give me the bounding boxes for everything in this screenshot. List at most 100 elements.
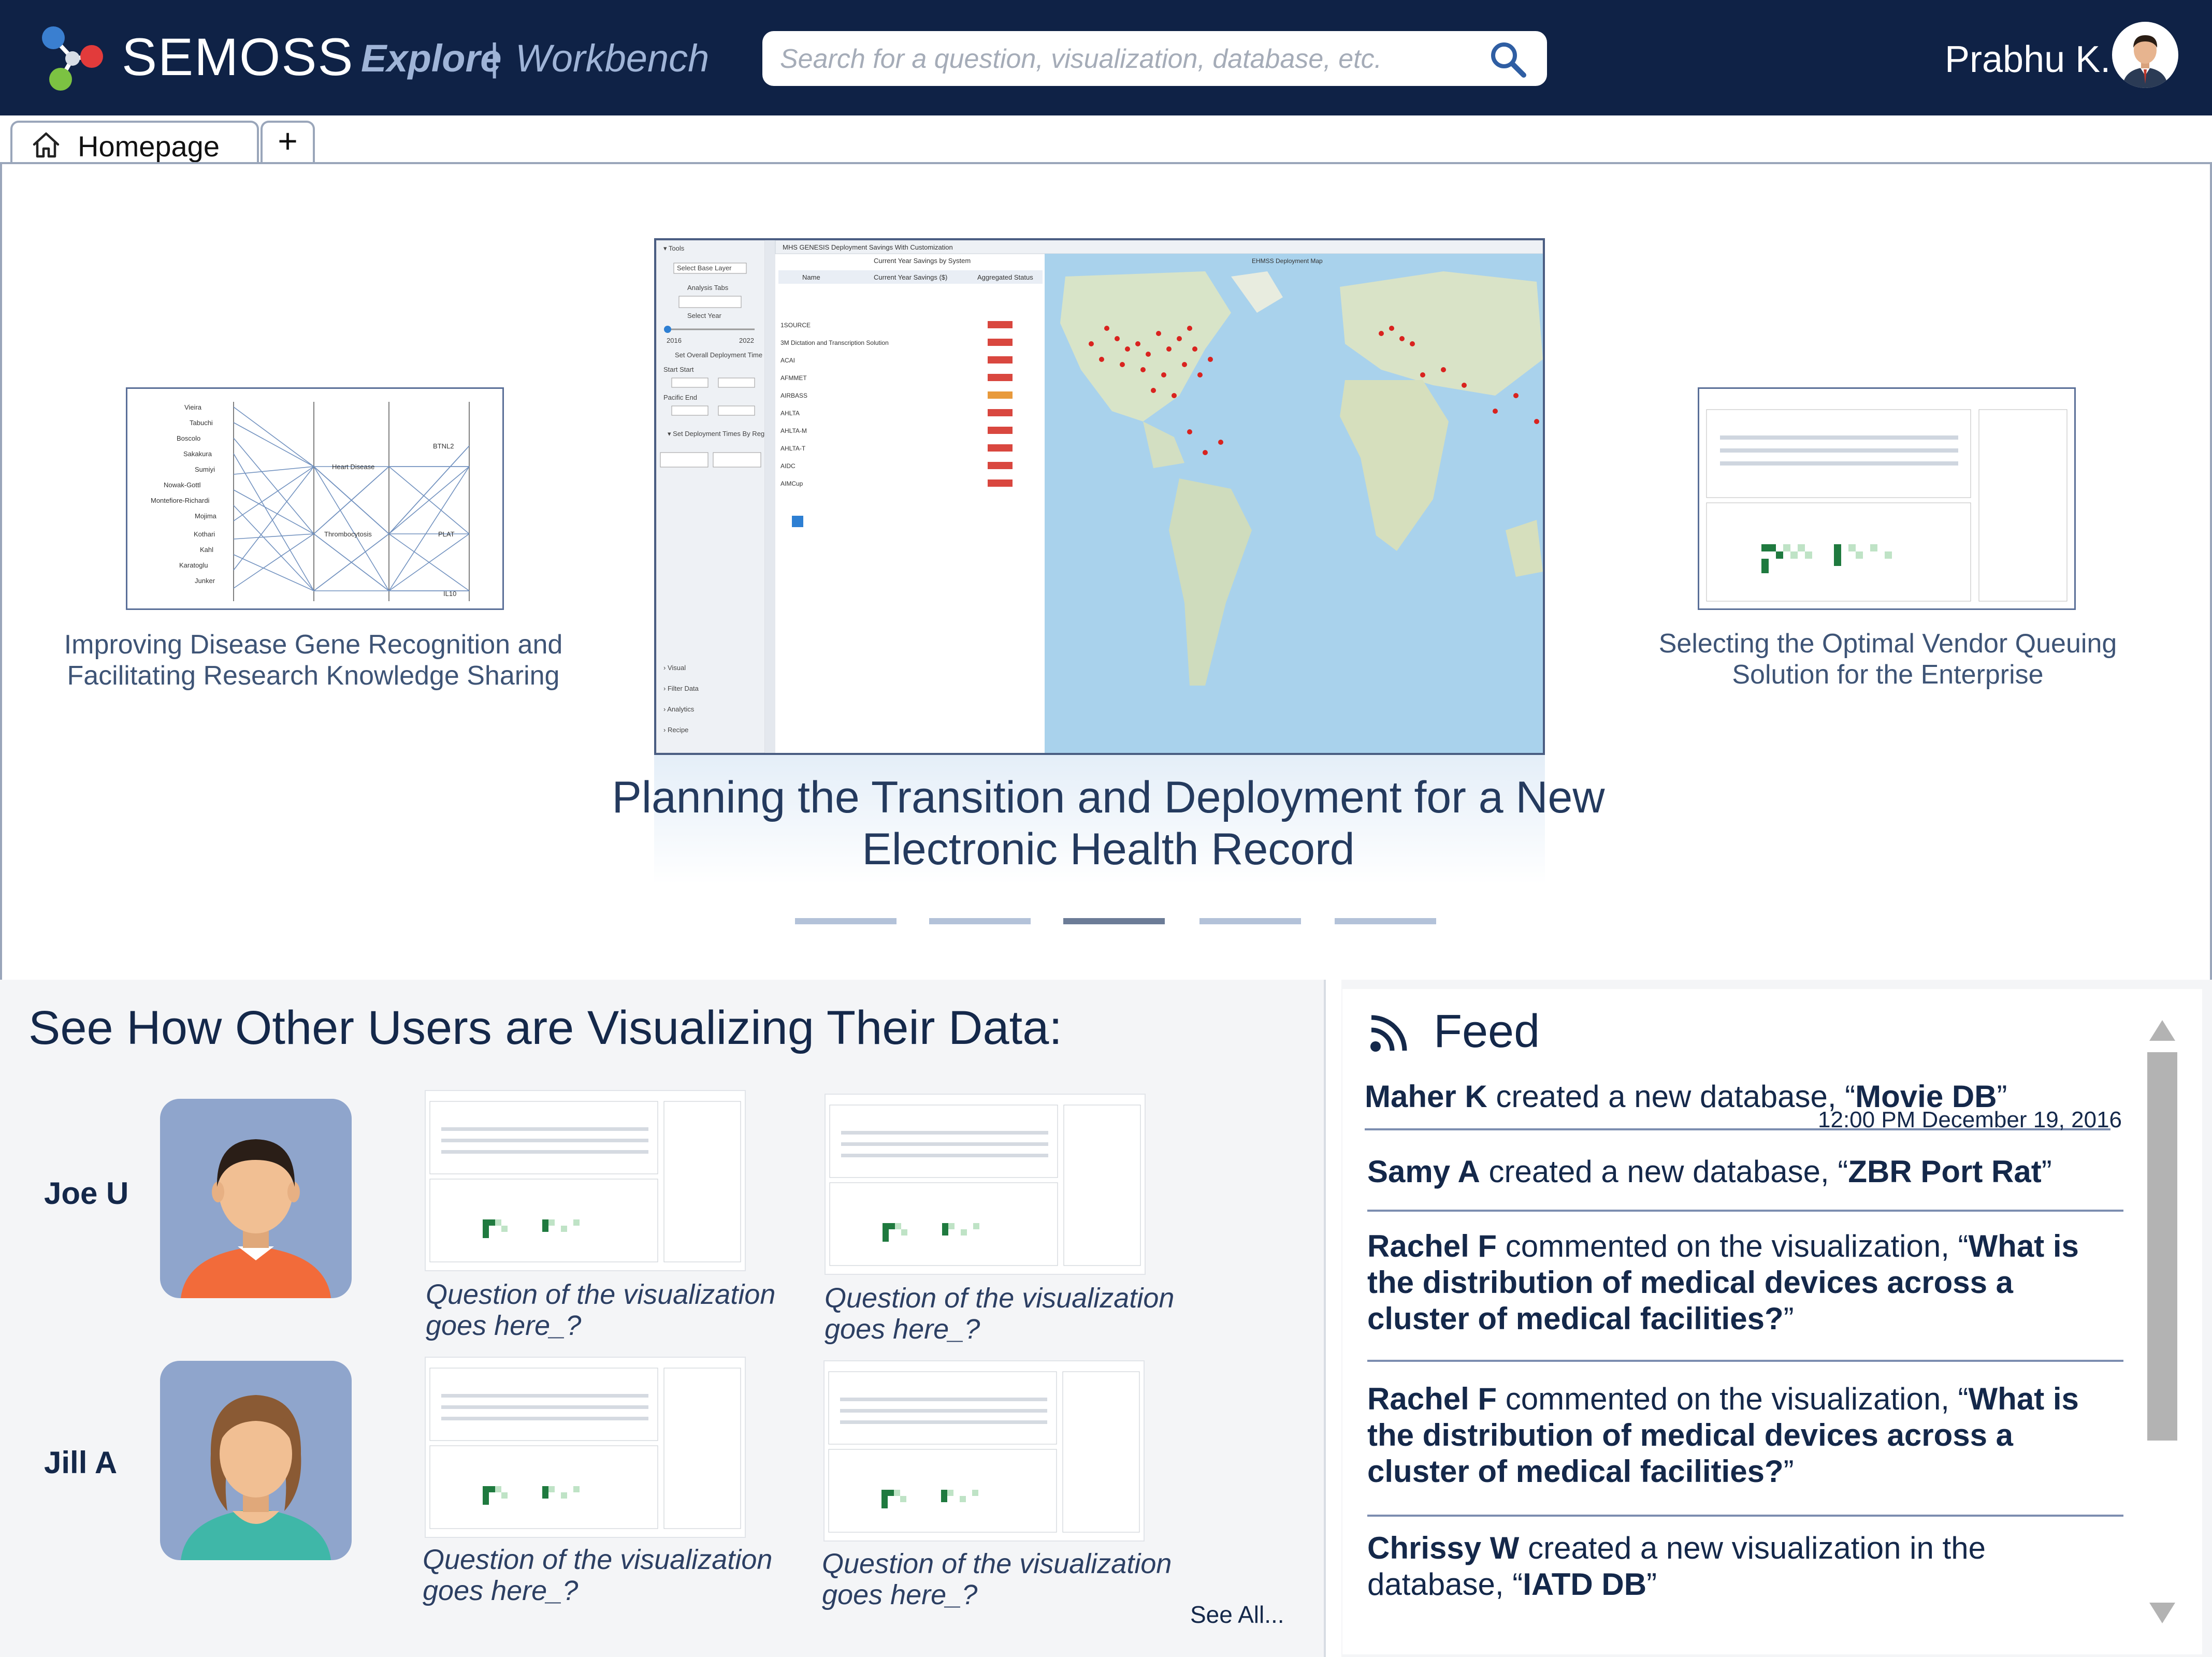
svg-text:Current Year Savings ($): Current Year Savings ($) [874,273,947,281]
svg-text:AIDC: AIDC [780,462,796,470]
top-navigation-bar: SEMOSS Explore | Workbench Prabhu K. [0,0,2212,115]
home-icon [33,132,60,158]
add-tab-button[interactable]: + [261,121,315,163]
feed-title: Feed [1434,1006,1540,1057]
visualization-caption[interactable]: Question of the visualization goes here_… [426,1279,809,1341]
svg-text:Select Year: Select Year [687,312,721,319]
visualization-thumbnail[interactable] [825,1094,1146,1275]
rss-icon [1370,1015,1407,1052]
svg-text:Aggregated Status: Aggregated Status [977,273,1033,281]
plus-icon: + [278,122,298,160]
feed-actor[interactable]: Samy A [1367,1154,1480,1189]
svg-text:MHS GENESIS Deployment Savings: MHS GENESIS Deployment Savings With Cust… [783,243,953,251]
carousel-slide-left-title[interactable]: Improving Disease Gene Recognition and F… [47,629,580,691]
svg-text:BTNL2: BTNL2 [433,442,454,450]
search-input[interactable] [779,38,1470,80]
svg-text:Analysis Tabs: Analysis Tabs [687,284,729,292]
user-name[interactable]: Prabhu K. [1945,36,2110,83]
user-name-joe[interactable]: Joe U [44,1175,128,1212]
carousel-slide-center-thumbnail[interactable]: ▾ Tools Select Base Layer Analysis Tabs … [654,238,1545,755]
feed-item[interactable]: Rachel F commented on the visualization,… [1367,1228,2123,1362]
svg-text:Junker: Junker [195,577,215,585]
svg-text:ACAI: ACAI [780,357,795,364]
carousel-page-indicator-3[interactable] [1063,918,1165,924]
tab-homepage-label: Homepage [78,130,220,163]
feed-actor[interactable]: Rachel F [1367,1229,1497,1263]
feed-item[interactable]: Chrissy W created a new visualization in… [1367,1530,2123,1613]
feed-object[interactable]: ZBR Port Rat [1848,1154,2041,1189]
nav-workbench[interactable]: Workbench [515,35,709,82]
avatar[interactable] [160,1099,352,1298]
carousel-page-indicator-4[interactable] [1199,918,1301,924]
svg-text:2022: 2022 [739,337,754,344]
svg-text:2016: 2016 [667,337,682,344]
tab-homepage[interactable]: Homepage [10,121,259,163]
carousel-slide-center-title[interactable]: Planning the Transition and Deployment f… [570,772,1647,875]
svg-text:Current Year Savings by System: Current Year Savings by System [874,257,971,265]
feed-action: created a new database, “ [1487,1079,1856,1114]
svg-text:AHLTA-T: AHLTA-T [780,445,806,452]
svg-text:Start Start: Start Start [663,366,694,373]
feed-actor[interactable]: Maher K [1365,1079,1487,1114]
carousel-page-indicator-2[interactable] [929,918,1031,924]
svg-text:IL10: IL10 [443,590,456,598]
svg-text:3M Dictation and Transcription: 3M Dictation and Transcription Solution [780,339,889,346]
carousel-page-indicator-5[interactable] [1335,918,1436,924]
scroll-down-icon[interactable] [2147,1597,2177,1629]
feed-object[interactable]: IATD DB [1523,1567,1646,1602]
user-avatar-icon[interactable] [2112,22,2178,88]
search-box [762,31,1547,86]
svg-text:Set Overall Deployment Time: Set Overall Deployment Time [675,351,762,359]
feed-actor[interactable]: Chrissy W [1367,1531,1519,1565]
svg-text:AFMMET: AFMMET [780,374,807,382]
scroll-up-icon[interactable] [2147,1015,2177,1046]
see-all-link[interactable]: See All... [1190,1600,1284,1629]
svg-text:PLAT: PLAT [438,530,455,538]
visualization-caption[interactable]: Question of the visualization goes here_… [423,1544,806,1606]
svg-text:Kothari: Kothari [194,530,215,538]
svg-text:Kahl: Kahl [200,546,213,554]
svg-text:Vieira: Vieira [184,403,202,411]
svg-text:Tabuchi: Tabuchi [190,419,213,427]
feed-item[interactable]: Rachel F commented on the visualization,… [1367,1381,2123,1517]
svg-text:Sakakura: Sakakura [183,450,212,458]
feed-action: commented on the visualization, “ [1497,1382,1969,1416]
svg-text:Montefiore-Richardi: Montefiore-Richardi [151,497,210,504]
visualization-thumbnail[interactable] [425,1090,746,1271]
feed-action: commented on the visualization, “ [1497,1229,1969,1263]
avatar[interactable] [160,1361,352,1560]
svg-text:› Filter Data: › Filter Data [663,685,699,692]
users-section-heading: See How Other Users are Visualizing Thei… [28,1001,1062,1054]
visualization-caption[interactable]: Question of the visualization goes here_… [822,1548,1205,1610]
feed-scrollbar-thumb[interactable] [2147,1052,2177,1441]
svg-text:› Recipe: › Recipe [663,726,688,734]
svg-text:Pacific End: Pacific End [663,394,697,401]
carousel-slide-right-thumbnail[interactable] [1698,387,2076,610]
carousel-slide-left-thumbnail[interactable]: Vieira Tabuchi Boscolo Sakakura Sumiyi Nowak… [126,387,504,610]
carousel-slide-right-title[interactable]: Selecting the Optimal Vendor Queuing Sol… [1621,628,2155,690]
svg-text:Name: Name [802,273,820,281]
svg-text:› Analytics: › Analytics [663,705,695,713]
nav-separator: | [489,36,500,79]
svg-text:AHLTA: AHLTA [780,410,800,417]
nav-explore[interactable]: Explore [361,35,501,82]
feed-actor[interactable]: Rachel F [1367,1382,1497,1416]
search-icon[interactable] [1487,39,1529,80]
svg-text:AIMCup: AIMCup [780,480,803,487]
visualization-thumbnail[interactable] [425,1357,746,1538]
svg-text:Thrombocytosis: Thrombocytosis [324,530,372,538]
feed-action: created a new database, “ [1480,1154,1848,1189]
visualization-thumbnail[interactable] [823,1360,1145,1542]
user-name-jill[interactable]: Jill A [44,1445,117,1481]
svg-text:Sumiyi: Sumiyi [195,466,215,473]
logo-icon[interactable] [39,23,106,91]
feed-item[interactable]: Samy A created a new database, “ZBR Port… [1367,1154,2123,1212]
visualization-caption[interactable]: Question of the visualization goes here_… [825,1283,1208,1345]
svg-text:AHLTA-M: AHLTA-M [780,427,807,434]
svg-text:Mojima: Mojima [195,512,217,520]
brand-name[interactable]: SEMOSS [122,26,354,88]
tab-bar: Homepage + [0,115,2212,163]
feed-suffix: ” [1783,1301,1794,1336]
svg-text:▾ Tools: ▾ Tools [663,244,685,252]
carousel-page-indicator-1[interactable] [795,918,897,924]
